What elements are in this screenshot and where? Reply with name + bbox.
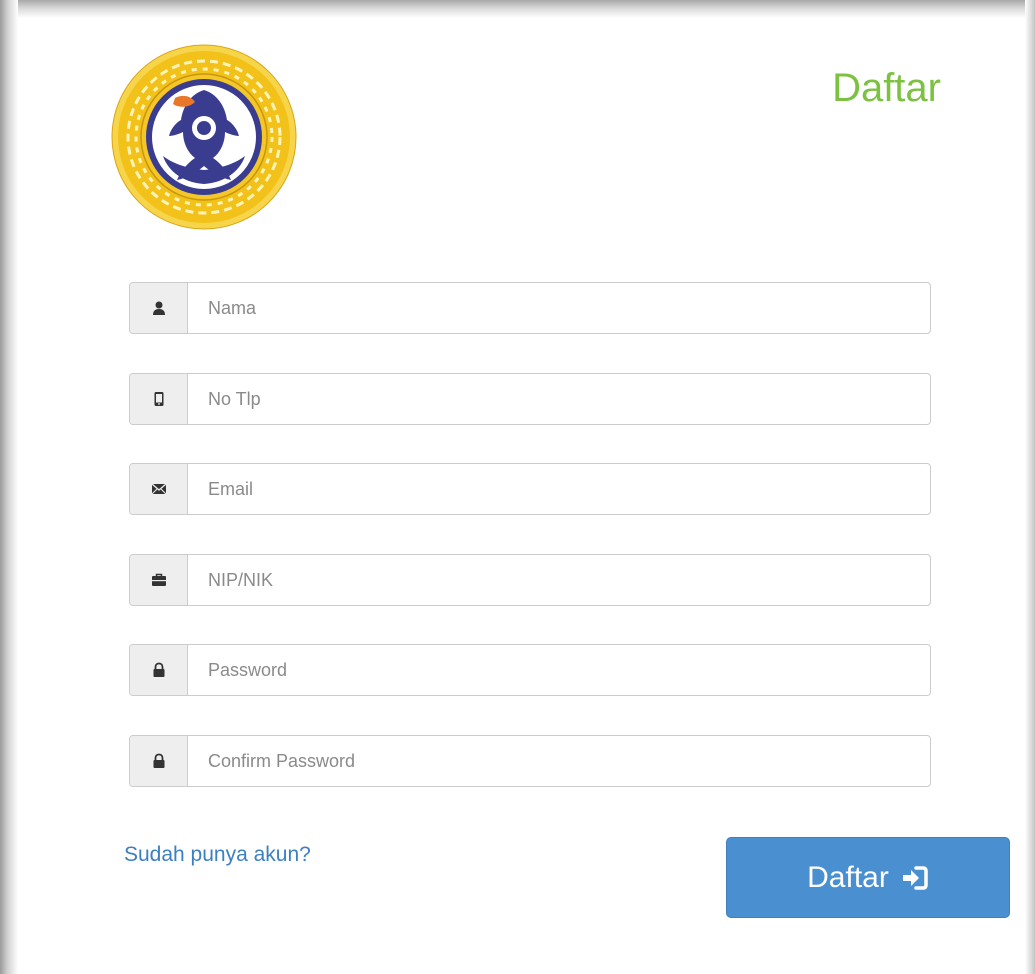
password-field[interactable] [129,644,931,696]
confirm-password-input[interactable] [188,736,930,786]
mobile-phone-icon-addon [130,374,188,424]
window-shadow-right [1025,0,1035,974]
lock-icon [153,753,164,768]
phone-field[interactable] [129,373,931,425]
daftar-submit-button[interactable]: Daftar [726,837,1010,918]
email-input[interactable] [188,464,930,514]
page-title: Daftar [832,66,941,110]
user-icon [152,301,165,315]
lock-icon-addon [130,645,188,695]
password-input[interactable] [188,645,930,695]
briefcase-icon [151,573,166,586]
confirm-password-field[interactable] [129,735,931,787]
register-page: Daftar Nama No Tlp Email NIP/NIK Sudah p… [0,0,1035,974]
log-in-icon [902,865,928,890]
phone-input[interactable] [188,374,930,424]
nip-nik-input[interactable] [188,555,930,605]
envelope-icon-addon [130,464,188,514]
mobile-phone-icon [154,392,163,406]
window-shadow-top [0,0,1035,18]
submit-button-label: Daftar [807,860,889,894]
nama-input[interactable] [188,283,930,333]
user-icon-addon [130,283,188,333]
email-field[interactable] [129,463,931,515]
window-shadow-left [0,0,18,974]
lock-icon [153,662,164,677]
university-seal-logo [111,44,297,230]
nip-nik-field[interactable] [129,554,931,606]
login-link[interactable]: Sudah punya akun? [124,843,311,867]
lock-icon-addon [130,736,188,786]
nama-field[interactable] [129,282,931,334]
envelope-icon [151,483,166,495]
briefcase-icon-addon [130,555,188,605]
